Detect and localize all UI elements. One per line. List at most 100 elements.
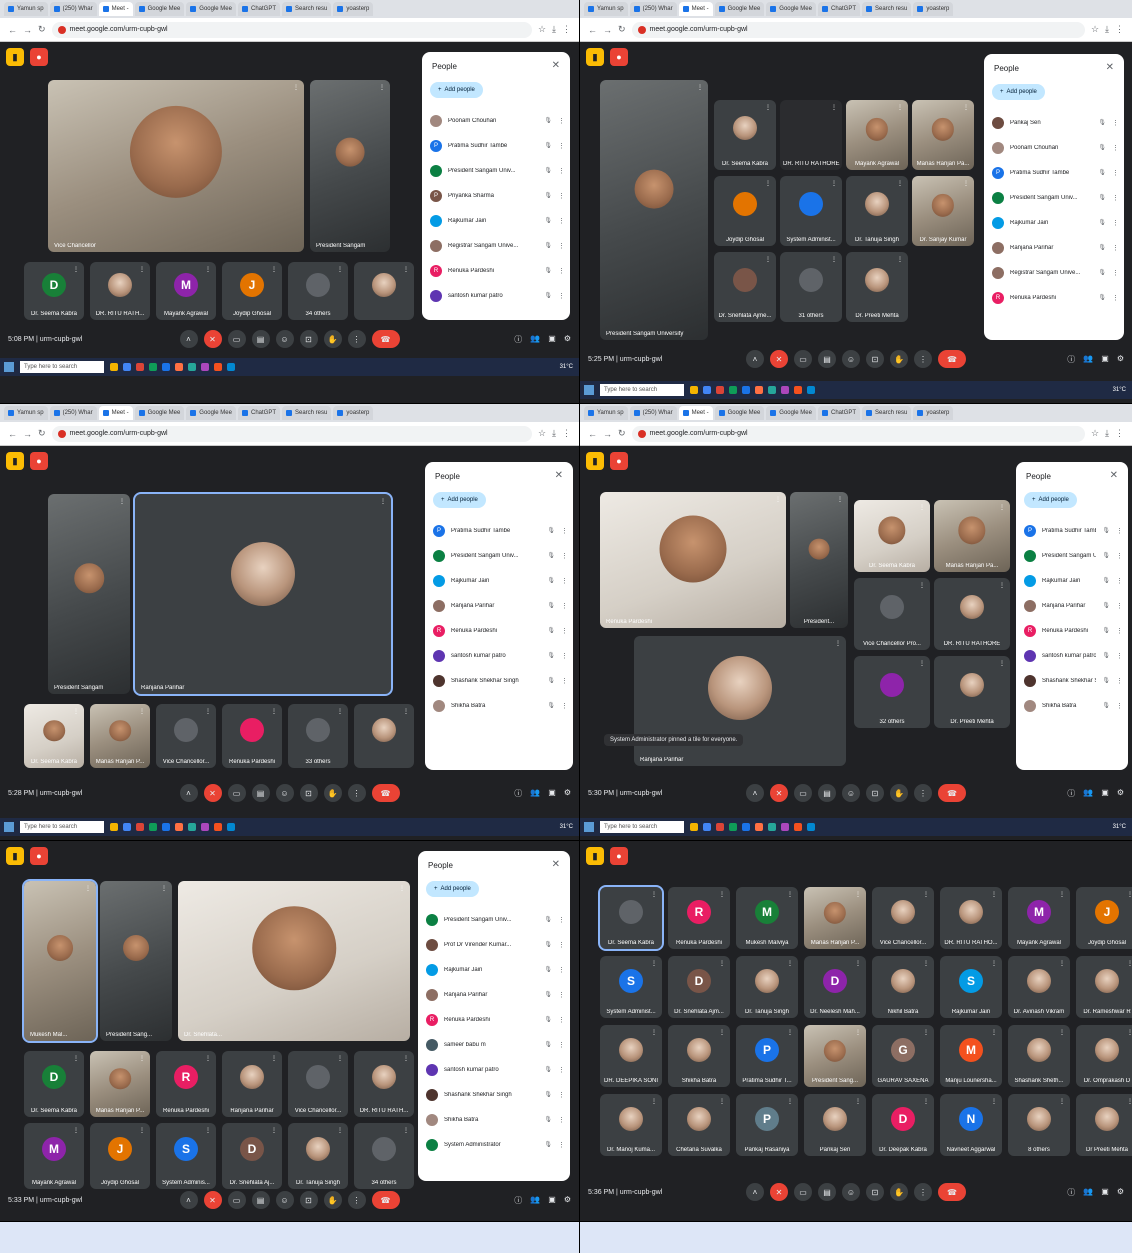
tile-options-icon[interactable]: ⋮ [119, 498, 125, 505]
taskbar-app-icon[interactable] [136, 363, 144, 371]
tile-options-icon[interactable]: ⋮ [205, 1055, 211, 1062]
tile-options-icon[interactable]: ⋮ [139, 266, 145, 273]
more-options-icon[interactable]: ⋮ [561, 577, 568, 585]
chat-icon[interactable]: ▣ [1101, 788, 1109, 799]
participant-tile[interactable]: D ⋮ Dr. Neelesh Mah... [804, 956, 866, 1018]
close-icon[interactable]: ✕ [1110, 470, 1118, 481]
taskbar-app-icon[interactable] [188, 363, 196, 371]
activities-icon[interactable]: ⚙ [564, 1195, 571, 1206]
tile-options-icon[interactable]: ⋮ [271, 1055, 277, 1062]
download-icon[interactable]: ⤓ [552, 428, 556, 439]
participant-tile[interactable]: ⋮ Dr. Avinash Vikram [1008, 956, 1070, 1018]
participant-tile[interactable]: ⋮ Dr. Seema Kabra [854, 500, 930, 572]
more-options-icon[interactable]: ⋮ [561, 652, 568, 660]
people-list-item[interactable]: P Priyanka Sharma 🎙 ⋮ [430, 183, 565, 208]
download-icon[interactable]: ⤓ [1105, 24, 1109, 35]
captions-button[interactable]: ▤ [818, 784, 836, 802]
participant-tile[interactable]: G ⋮ GAURAV SAXENA [872, 1025, 934, 1087]
participant-tile[interactable]: ⋮ Shashank Sheth... [1008, 1025, 1070, 1087]
captions-button[interactable]: ▤ [818, 350, 836, 368]
people-list-item[interactable]: Pankaj Sen 🎙 ⋮ [992, 110, 1119, 135]
emoji-button[interactable]: ☺ [275, 784, 294, 802]
tile-options-icon[interactable]: ⋮ [85, 885, 91, 892]
forward-arrow-icon[interactable]: → [603, 429, 612, 439]
recording-indicator-icon[interactable]: ● [30, 48, 48, 66]
reload-icon[interactable]: ↻ [618, 428, 626, 439]
tile-options-icon[interactable]: ⋮ [1059, 1098, 1065, 1105]
more-options-icon[interactable]: ⋮ [558, 267, 565, 275]
tile-options-icon[interactable]: ⋮ [719, 960, 725, 967]
taskbar-search[interactable]: Type here to search [20, 361, 104, 373]
recording-indicator-icon[interactable]: ● [30, 452, 48, 470]
tile-options-icon[interactable]: ⋮ [1059, 1029, 1065, 1036]
participant-tile[interactable]: ⋮ Mayank Agrawal [846, 100, 908, 170]
forward-arrow-icon[interactable]: → [23, 25, 32, 35]
raise-hand-button[interactable]: ✋ [890, 784, 908, 802]
participant-tile[interactable]: ⋮ President Sang... [100, 881, 172, 1041]
tile-options-icon[interactable]: ⋮ [999, 582, 1005, 589]
participant-tile[interactable]: ⋮ President Sangam [48, 494, 130, 694]
participant-tile[interactable]: ⋮ President... [790, 492, 848, 628]
meeting-info-icon[interactable]: ▮ [586, 452, 604, 470]
people-list-item[interactable]: R Renuka Pardeshi 🎙 ⋮ [433, 618, 568, 643]
participant-tile[interactable]: ⋮ Ranjana Parihar [634, 636, 846, 766]
people-list-item[interactable]: System Administrator 🎙 ⋮ [426, 1132, 565, 1157]
more-options-icon[interactable]: ⋮ [558, 217, 565, 225]
participant-tile[interactable]: J ⋮ Joydip Ghosal [1076, 887, 1132, 949]
people-list-item[interactable]: Ranjana Parihar 🎙 ⋮ [1024, 593, 1123, 618]
participant-tile[interactable]: ⋮ 8 others [1008, 1094, 1070, 1156]
close-icon[interactable]: ✕ [555, 470, 563, 481]
participant-tile[interactable]: ⋮ Dr. Omprakash D [1076, 1025, 1132, 1087]
participant-tile[interactable]: M ⋮ Mukesh Malviya [736, 887, 798, 949]
more-arrow-icon[interactable]: ˄ [179, 1191, 198, 1209]
chat-icon[interactable]: ▣ [1101, 354, 1109, 365]
meeting-info-icon[interactable]: ▮ [6, 48, 24, 66]
reload-icon[interactable]: ↻ [618, 24, 626, 35]
taskbar-app-icon[interactable] [175, 823, 183, 831]
meeting-info-icon[interactable]: ▮ [586, 847, 604, 865]
tile-options-icon[interactable]: ⋮ [787, 960, 793, 967]
taskbar-app-icon[interactable] [690, 386, 698, 394]
present-button[interactable]: ⊡ [866, 784, 884, 802]
taskbar-app-icon[interactable] [123, 363, 131, 371]
participant-tile[interactable]: ⋮ DR. RITU RATH... [90, 262, 150, 320]
participant-tile[interactable]: ⋮ Nikhil Batra [872, 956, 934, 1018]
more-arrow-icon[interactable]: ˄ [746, 350, 764, 368]
people-list-item[interactable]: Poonam Chouhan 🎙 ⋮ [430, 108, 565, 133]
participant-tile[interactable]: D ⋮ Dr. Snehlata Ajm... [668, 956, 730, 1018]
people-list-item[interactable]: President Sangam Univ... 🎙 ⋮ [426, 907, 565, 932]
recording-indicator-icon[interactable]: ● [610, 48, 628, 66]
people-list-item[interactable]: Rajkumar Jain 🎙 ⋮ [426, 957, 565, 982]
raise-hand-button[interactable]: ✋ [323, 330, 342, 348]
captions-button[interactable]: ▤ [251, 784, 270, 802]
emoji-button[interactable]: ☺ [275, 330, 294, 348]
browser-tab[interactable]: Google Mee [186, 406, 236, 420]
more-options-icon[interactable]: ⋮ [1116, 602, 1123, 610]
more-arrow-icon[interactable]: ˄ [746, 1183, 764, 1201]
recording-indicator-icon[interactable]: ● [30, 847, 48, 865]
emoji-button[interactable]: ☺ [842, 350, 860, 368]
taskbar-app-icon[interactable] [742, 823, 750, 831]
taskbar-app-icon[interactable] [781, 386, 789, 394]
participant-tile[interactable]: P ⋮ Pratima Sudhir T... [736, 1025, 798, 1087]
browser-tab[interactable]: ChatGPT [237, 406, 280, 420]
captions-button[interactable]: ▤ [251, 330, 270, 348]
tile-options-icon[interactable]: ⋮ [337, 1055, 343, 1062]
mic-off-button[interactable]: ✕ [203, 1191, 222, 1209]
windows-start-icon[interactable] [4, 822, 14, 832]
browser-tab[interactable]: Google Mee [714, 2, 765, 16]
tile-options-icon[interactable]: ⋮ [835, 640, 841, 647]
participant-tile[interactable]: ⋮ Manas Ranjan P... [90, 1051, 150, 1117]
more-options-icon[interactable]: ⋮ [561, 702, 568, 710]
participant-tile[interactable]: ⋮ 33 others [288, 704, 348, 768]
more-options-icon[interactable]: ⋮ [558, 117, 565, 125]
browser-tab[interactable]: Google Mee [766, 406, 816, 420]
activities-icon[interactable]: ⚙ [1117, 354, 1124, 365]
tile-options-icon[interactable]: ⋮ [73, 1055, 79, 1062]
info-icon[interactable]: ⓘ [1067, 354, 1075, 365]
tile-options-icon[interactable]: ⋮ [399, 885, 405, 892]
participant-tile[interactable]: ⋮ Ranjana Parihar [133, 492, 393, 696]
taskbar-app-icon[interactable] [794, 823, 802, 831]
taskbar-app-icon[interactable] [201, 823, 209, 831]
participant-tile[interactable]: ⋮ DR. RITU RATHORE [780, 100, 842, 170]
